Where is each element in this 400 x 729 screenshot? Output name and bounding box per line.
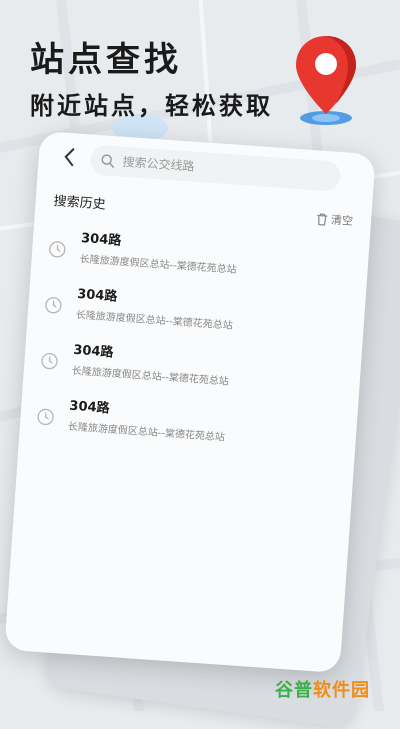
watermark-logo: 谷普软件园	[275, 676, 370, 702]
hero-subtitle: 附近站点，轻松获取	[30, 92, 273, 120]
clear-history-label: 清空	[330, 213, 354, 228]
history-header: 搜索历史 清空	[53, 188, 354, 231]
clear-history-button[interactable]: 清空	[316, 210, 354, 229]
clock-icon	[45, 297, 62, 314]
search-input[interactable]	[120, 153, 325, 184]
phone-screen: 搜索历史 清空 304路 长隆旅游度假区总站--棠德花苑总站	[4, 130, 376, 674]
chevron-left-icon	[64, 148, 75, 167]
clock-icon	[41, 352, 58, 370]
watermark-part1: 谷普	[275, 680, 313, 701]
search-box[interactable]	[89, 144, 342, 192]
clock-icon	[37, 408, 54, 426]
location-pin-icon	[286, 28, 366, 128]
hero-title: 站点查找	[30, 40, 182, 80]
back-button[interactable]	[58, 146, 80, 171]
clock-icon	[49, 241, 66, 258]
watermark-part2: 软件园	[313, 680, 370, 701]
search-icon	[101, 154, 114, 168]
history-title: 搜索历史	[53, 194, 107, 213]
trash-icon	[317, 213, 328, 226]
history-list: 304路 长隆旅游度假区总站--棠德花苑总站 304路 长隆旅游度假区总站--棠…	[28, 225, 359, 470]
